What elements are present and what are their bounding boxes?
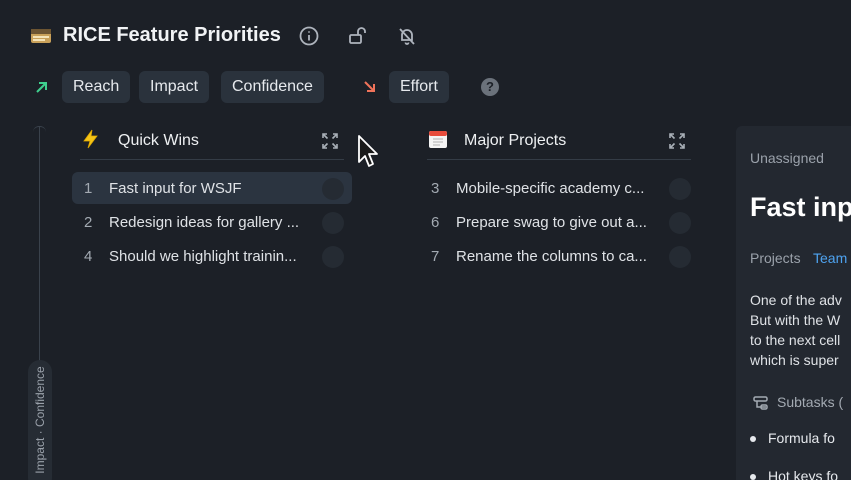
mouse-cursor-icon	[358, 135, 378, 167]
item-number: 4	[84, 248, 93, 265]
calendar-icon	[429, 131, 447, 148]
item-title: Fast input for WSJF	[109, 180, 242, 197]
list-item[interactable]: 7 Rename the columns to ca...	[419, 240, 699, 272]
y-axis-label: Impact · Confidence	[33, 366, 47, 474]
unlock-icon[interactable]	[347, 25, 369, 47]
description-line: But with the W	[750, 312, 841, 328]
notifications-off-icon[interactable]	[396, 25, 418, 47]
avatar[interactable]	[322, 212, 344, 234]
column-major-projects: Major Projects	[427, 122, 691, 160]
detail-title[interactable]: Fast inp	[750, 192, 851, 223]
rice-filter-bar: Reach Impact Confidence Effort	[0, 71, 851, 103]
page-title: RICE Feature Priorities	[63, 24, 281, 46]
assignee-field[interactable]: Unassigned	[750, 150, 824, 166]
item-title: Mobile-specific academy c...	[456, 180, 645, 197]
subtasks-label[interactable]: Subtasks (	[777, 394, 843, 410]
avatar[interactable]	[669, 246, 691, 268]
lightning-icon	[83, 129, 98, 149]
project-link[interactable]: Team	[813, 250, 847, 266]
board-emoji-icon	[31, 29, 51, 43]
item-number: 7	[431, 248, 440, 265]
column-header: Quick Wins	[80, 122, 344, 160]
column-quick-wins: Quick Wins	[80, 122, 344, 160]
y-axis-line	[39, 127, 40, 367]
detail-panel: Unassigned Fast inp Projects Team One of…	[736, 126, 851, 480]
item-title: Rename the columns to ca...	[456, 248, 647, 265]
list-item[interactable]: 4 Should we highlight trainin...	[72, 240, 352, 272]
description-line: to the next cell	[750, 332, 841, 348]
chip-effort[interactable]: Effort	[389, 71, 449, 103]
info-icon[interactable]	[298, 25, 320, 47]
item-number: 3	[431, 180, 440, 197]
column-header: Major Projects	[427, 122, 691, 160]
item-number: 2	[84, 214, 93, 231]
arrow-up-right-icon	[36, 82, 47, 93]
help-icon[interactable]: ?	[481, 78, 499, 96]
bullet-icon	[750, 436, 756, 443]
item-title: Redesign ideas for gallery ...	[109, 214, 300, 231]
item-title: Prepare swag to give out a...	[456, 214, 647, 231]
chip-reach[interactable]: Reach	[62, 71, 131, 103]
subtask-item[interactable]: Hot keys fo	[750, 468, 838, 480]
chip-impact[interactable]: Impact	[139, 71, 210, 103]
avatar[interactable]	[322, 246, 344, 268]
subtasks-icon	[753, 396, 768, 410]
item-number: 6	[431, 214, 440, 231]
list-item[interactable]: 3 Mobile-specific academy c...	[419, 172, 699, 204]
subtask-title: Hot keys fo	[768, 468, 839, 480]
list-item[interactable]: 6 Prepare swag to give out a...	[419, 206, 699, 238]
avatar[interactable]	[669, 178, 691, 200]
expand-icon[interactable]	[668, 132, 686, 150]
list-item[interactable]: 2 Redesign ideas for gallery ...	[72, 206, 352, 238]
chip-confidence[interactable]: Confidence	[221, 71, 324, 103]
list-item[interactable]: 1 Fast input for WSJF	[72, 172, 352, 204]
avatar[interactable]	[322, 178, 344, 200]
detail-description[interactable]: One of the adv But with the W to the nex…	[750, 290, 842, 370]
item-title: Should we highlight trainin...	[109, 248, 297, 265]
description-line: One of the adv	[750, 292, 842, 308]
item-number: 1	[84, 180, 93, 197]
subtask-title: Formula fo	[768, 430, 835, 446]
column-title: Major Projects	[464, 132, 567, 149]
description-line: which is super	[750, 352, 839, 368]
subtask-item[interactable]: Formula fo	[750, 430, 835, 446]
column-title: Quick Wins	[118, 132, 199, 149]
bullet-icon	[750, 474, 756, 480]
board-header: RICE Feature Priorities	[0, 0, 851, 72]
projects-label: Projects	[750, 250, 801, 266]
avatar[interactable]	[669, 212, 691, 234]
arrow-down-right-icon	[364, 81, 375, 92]
expand-icon[interactable]	[321, 132, 339, 150]
